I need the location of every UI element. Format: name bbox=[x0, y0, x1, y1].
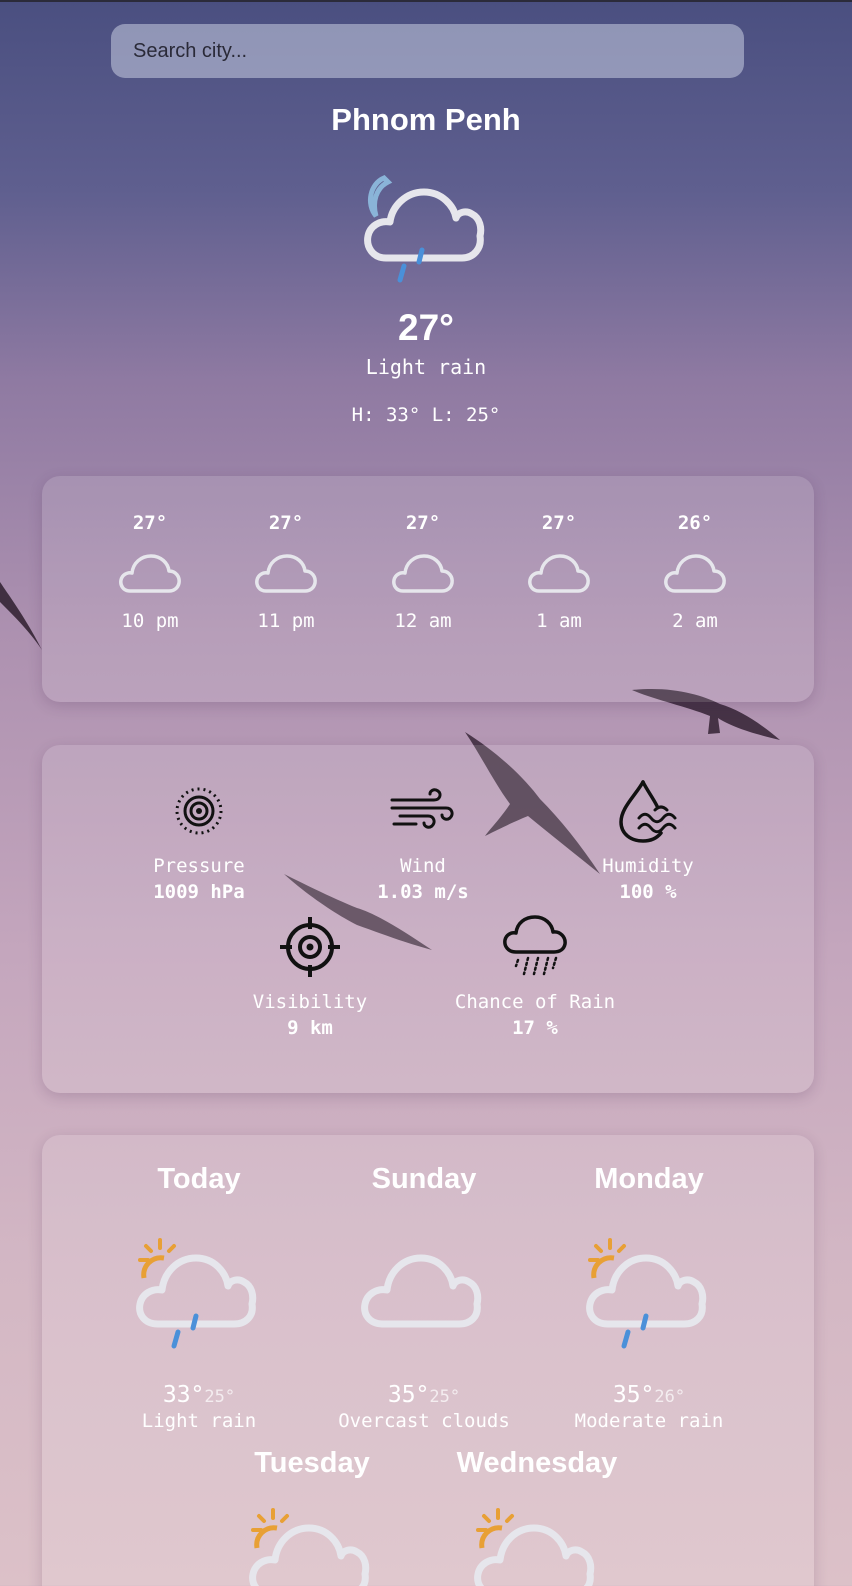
hourly-item: 27° 10 pm bbox=[95, 512, 205, 632]
detail-value: 100 % bbox=[619, 881, 677, 903]
detail-label: Visibility bbox=[252, 991, 368, 1013]
forecast-description: Overcast clouds bbox=[338, 1410, 510, 1432]
detail-value: 1009 hPa bbox=[153, 881, 245, 903]
detail-label: Humidity bbox=[602, 855, 694, 877]
forecast-low: 25° bbox=[204, 1387, 236, 1407]
hourly-time: 11 pm bbox=[257, 610, 315, 632]
forecast-low: 25° bbox=[429, 1387, 461, 1407]
forecast-high: 35° bbox=[387, 1382, 430, 1408]
weather-description: Light rain bbox=[365, 355, 487, 379]
hourly-time: 2 am bbox=[672, 610, 718, 632]
daily-forecast-card: Today 33°25° Light rain Sunday 35°25° Ov… bbox=[42, 1135, 814, 1586]
hourly-temp: 27° bbox=[541, 512, 577, 534]
detail-chance-of-rain: Chance of Rain 17 % bbox=[425, 911, 645, 1039]
detail-label: Wind bbox=[400, 855, 446, 877]
hourly-time: 10 pm bbox=[121, 610, 179, 632]
hourly-item: 27° 12 am bbox=[368, 512, 478, 632]
sun-cloud-icon bbox=[474, 1508, 595, 1586]
detail-value: 9 km bbox=[287, 1017, 333, 1039]
sun-cloud-rain-icon bbox=[136, 1238, 257, 1349]
forecast-day: Tuesday bbox=[198, 1447, 426, 1586]
hourly-temp: 27° bbox=[268, 512, 304, 534]
forecast-day: Today 33°25° Light rain bbox=[85, 1163, 313, 1432]
forecast-description: Light rain bbox=[141, 1410, 257, 1432]
forecast-high: 33° bbox=[162, 1382, 205, 1408]
visibility-icon bbox=[280, 917, 340, 977]
hourly-item: 27° 1 am bbox=[504, 512, 614, 632]
detail-visibility: Visibility 9 km bbox=[200, 911, 420, 1039]
hourly-item: 27° 11 pm bbox=[231, 512, 341, 632]
forecast-day: Monday 35°26° Moderate rain bbox=[535, 1163, 763, 1432]
forecast-day: Wednesday bbox=[423, 1447, 651, 1586]
hourly-forecast-card: 27° 10 pm 27° 11 pm 27° 12 am 27° 1 am 2… bbox=[42, 476, 814, 702]
sun-cloud-icon bbox=[249, 1508, 370, 1586]
high-low-temperature: H: 33° L: 25° bbox=[351, 404, 501, 426]
forecast-day-name: Wednesday bbox=[456, 1447, 618, 1479]
pressure-icon bbox=[175, 787, 223, 835]
weather-details-card: Pressure 1009 hPa Wind 1.03 m/s Humidity… bbox=[42, 745, 814, 1093]
cloud-icon bbox=[361, 1254, 482, 1328]
detail-label: Chance of Rain bbox=[454, 991, 616, 1013]
cloud-icon bbox=[119, 554, 181, 593]
cloud-icon bbox=[255, 554, 317, 593]
forecast-high: 35° bbox=[612, 1382, 655, 1408]
hourly-temp: 27° bbox=[132, 512, 168, 534]
forecast-day-name: Sunday bbox=[371, 1163, 477, 1195]
detail-humidity: Humidity 100 % bbox=[538, 775, 758, 903]
rain-cloud-icon bbox=[503, 915, 567, 976]
hourly-time: 12 am bbox=[394, 610, 452, 632]
forecast-day-name: Today bbox=[157, 1163, 241, 1195]
sun-cloud-rain-icon bbox=[586, 1238, 707, 1349]
hourly-temp: 26° bbox=[677, 512, 713, 534]
forecast-description: Moderate rain bbox=[574, 1410, 724, 1432]
hourly-temp: 27° bbox=[405, 512, 441, 534]
forecast-low: 26° bbox=[654, 1387, 686, 1407]
hourly-time: 1 am bbox=[536, 610, 582, 632]
cloud-icon bbox=[528, 554, 590, 593]
current-temperature: 27° bbox=[398, 307, 454, 348]
humidity-icon bbox=[619, 780, 677, 843]
cloud-icon bbox=[664, 554, 726, 593]
city-name: Phnom Penh bbox=[331, 102, 521, 137]
hourly-item: 26° 2 am bbox=[640, 512, 750, 632]
detail-wind: Wind 1.03 m/s bbox=[313, 775, 533, 903]
moon-cloud-rain-icon bbox=[364, 175, 485, 283]
wind-icon bbox=[390, 788, 454, 829]
detail-label: Pressure bbox=[153, 855, 245, 877]
detail-pressure: Pressure 1009 hPa bbox=[89, 775, 309, 903]
forecast-day-name: Tuesday bbox=[254, 1447, 370, 1479]
detail-value: 1.03 m/s bbox=[377, 881, 469, 903]
forecast-day-name: Monday bbox=[594, 1163, 704, 1195]
forecast-day: Sunday 35°25° Overcast clouds bbox=[310, 1163, 538, 1432]
cloud-icon bbox=[392, 554, 454, 593]
search-input[interactable] bbox=[111, 24, 744, 78]
detail-value: 17 % bbox=[512, 1017, 558, 1039]
